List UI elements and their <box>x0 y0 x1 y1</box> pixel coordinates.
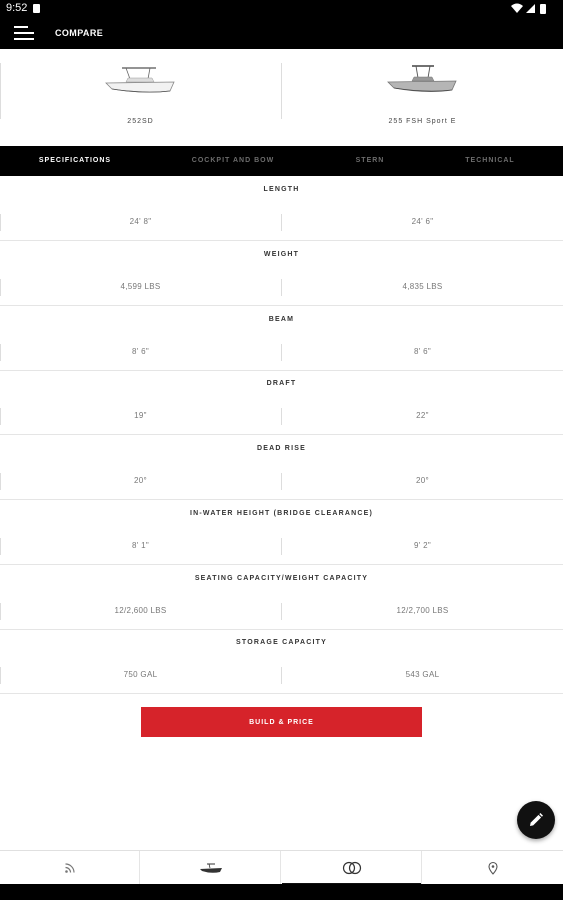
spec-value-right: 543 GAL <box>405 670 440 679</box>
spec-value-right: 22" <box>416 411 429 420</box>
tab-specifications[interactable]: SPECIFICATIONS <box>20 146 130 176</box>
spec-label: BEAM <box>268 316 295 323</box>
tab-cockpit-and-bow[interactable]: COCKPIT AND BOW <box>170 146 296 176</box>
boat-image-1 <box>105 67 175 93</box>
spec-label: LENGTH <box>263 186 300 193</box>
status-time: 9:52 <box>6 2 28 14</box>
signal-icon <box>526 4 535 13</box>
wifi-icon <box>511 3 523 13</box>
build-and-price-button[interactable]: BUILD & PRICE <box>141 707 422 737</box>
hamburger-menu-icon[interactable] <box>14 26 34 40</box>
spec-label: DEAD RISE <box>257 445 306 452</box>
system-navigation-bar <box>0 884 563 900</box>
spec-value-right: 20° <box>416 476 429 485</box>
boat-icon <box>199 863 222 873</box>
location-pin-icon <box>488 861 498 875</box>
spec-value-right: 4,835 LBS <box>402 282 443 291</box>
spec-row-dead-rise: DEAD RISE 20° 20° <box>0 435 563 500</box>
spec-row-in-water-height: IN-WATER HEIGHT (BRIDGE CLEARANCE) 8' 1"… <box>0 500 563 565</box>
boat-card-2[interactable]: 255 FSH Sport E <box>282 49 563 145</box>
spec-value-left: 8' 1" <box>132 541 149 550</box>
compare-circles-icon <box>342 861 361 875</box>
tab-stern[interactable]: STERN <box>335 146 405 176</box>
spec-value-left: 12/2,600 LBS <box>114 606 167 615</box>
spec-value-left: 8' 6" <box>132 347 149 356</box>
tab-bar: SPECIFICATIONS COCKPIT AND BOW STERN TEC… <box>0 146 563 176</box>
nav-item-locations[interactable] <box>423 851 563 885</box>
boat-image-2 <box>387 65 457 92</box>
spec-label: SEATING CAPACITY/WEIGHT CAPACITY <box>194 575 369 582</box>
nav-item-compare[interactable] <box>282 851 422 885</box>
app-bar: COMPARE <box>0 17 563 49</box>
rss-feed-icon <box>64 863 75 873</box>
spec-label: IN-WATER HEIGHT (BRIDGE CLEARANCE) <box>190 510 373 517</box>
boat-name-1: 252SD <box>127 118 154 125</box>
boat-card-1[interactable]: 252SD <box>0 49 281 145</box>
nav-item-boats[interactable] <box>141 851 281 885</box>
spec-label: WEIGHT <box>263 251 300 258</box>
edit-fab-button[interactable] <box>517 801 555 839</box>
spec-value-left: 19" <box>134 411 147 420</box>
spec-label: DRAFT <box>266 380 297 387</box>
spec-label: STORAGE CAPACITY <box>236 639 327 646</box>
spec-row-length: LENGTH 24' 8" 24' 6" <box>0 176 563 241</box>
spec-value-left: 20° <box>134 476 147 485</box>
status-bar: 9:52 <box>0 0 563 17</box>
spec-value-right: 12/2,700 LBS <box>396 606 449 615</box>
spec-value-right: 24' 6" <box>411 217 434 226</box>
boat-compare-header: 252SD 255 FSH Sport E <box>0 49 563 145</box>
spec-row-seating-capacity: SEATING CAPACITY/WEIGHT CAPACITY 12/2,60… <box>0 565 563 630</box>
tab-technical[interactable]: TECHNICAL <box>445 146 535 176</box>
nav-item-feed[interactable] <box>0 851 140 885</box>
spec-value-left: 750 GAL <box>123 670 158 679</box>
spec-row-beam: BEAM 8' 6" 8' 6" <box>0 306 563 371</box>
sd-card-icon <box>33 4 40 13</box>
spec-row-draft: DRAFT 19" 22" <box>0 370 563 435</box>
spec-value-left: 4,599 LBS <box>120 282 161 291</box>
boat-name-2: 255 FSH Sport E <box>388 118 457 125</box>
page-title: COMPARE <box>55 28 104 38</box>
spec-value-left: 24' 8" <box>129 217 152 226</box>
spec-value-right: 9' 2" <box>414 541 431 550</box>
battery-icon <box>540 4 546 14</box>
spec-row-storage-capacity: STORAGE CAPACITY 750 GAL 543 GAL <box>0 629 563 694</box>
spec-value-right: 8' 6" <box>414 347 431 356</box>
edit-pencil-icon <box>530 813 543 826</box>
spec-row-weight: WEIGHT 4,599 LBS 4,835 LBS <box>0 241 563 306</box>
status-icons <box>511 3 546 14</box>
bottom-nav <box>0 850 563 885</box>
